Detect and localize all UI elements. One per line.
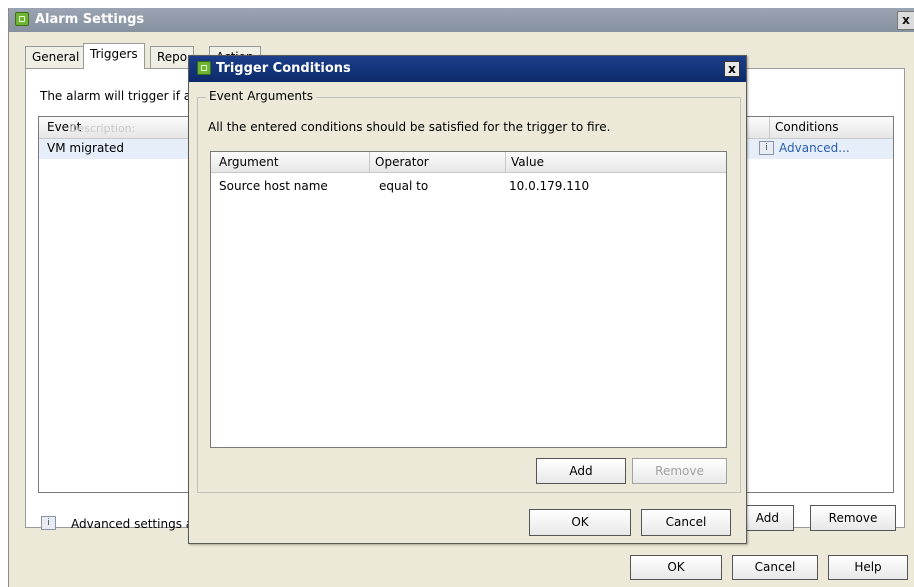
tab-general-label: General: [32, 50, 80, 64]
column-header-operator[interactable]: Operator: [375, 155, 429, 169]
main-cancel-button[interactable]: Cancel: [732, 555, 818, 580]
remove-trigger-button[interactable]: Remove: [810, 505, 896, 531]
dialog-title-bar[interactable]: Trigger Conditions x: [189, 56, 746, 82]
main-window-title: Alarm Settings: [35, 12, 145, 27]
trigger-conditions-dialog: Trigger Conditions x Event Arguments All…: [188, 55, 747, 544]
main-close-button[interactable]: x: [897, 11, 914, 30]
argument-cell: Source host name: [219, 179, 328, 193]
column-separator[interactable]: [505, 152, 506, 173]
add-condition-label: Add: [569, 464, 593, 478]
advanced-settings-label: Advanced settings a: [71, 517, 194, 531]
argument-table-header: Argument Operator Value: [211, 152, 726, 173]
column-header-value[interactable]: Value: [511, 155, 544, 169]
add-trigger-label: Add: [755, 511, 779, 525]
trigger-description: The alarm will trigger if a: [40, 89, 192, 103]
app-logo-icon: [197, 61, 211, 75]
dialog-ok-label: OK: [571, 515, 589, 529]
app-logo-icon: [15, 12, 29, 26]
value-cell[interactable]: 10.0.179.110: [509, 179, 589, 193]
close-icon: x: [902, 13, 910, 27]
main-title-bar[interactable]: Alarm Settings x: [9, 8, 914, 32]
column-header-argument[interactable]: Argument: [219, 155, 279, 169]
remove-trigger-label: Remove: [828, 511, 878, 525]
conditions-note: All the entered conditions should be sat…: [208, 120, 611, 134]
remove-condition-label: Remove: [655, 464, 704, 478]
column-separator[interactable]: [369, 152, 370, 173]
info-icon: i: [41, 516, 56, 530]
add-condition-button[interactable]: Add: [536, 458, 626, 484]
operator-cell[interactable]: equal to: [379, 179, 428, 193]
close-icon: x: [728, 62, 736, 76]
main-ok-button[interactable]: OK: [630, 555, 722, 580]
help-button[interactable]: Help: [828, 555, 908, 580]
tab-triggers-label: Triggers: [90, 47, 138, 61]
column-ghost-description: Description:: [69, 122, 136, 135]
dialog-title: Trigger Conditions: [216, 61, 351, 76]
tab-reporting-label: Repo: [157, 50, 188, 64]
dialog-cancel-button[interactable]: Cancel: [641, 509, 731, 536]
tab-triggers[interactable]: Triggers: [83, 43, 145, 69]
dialog-ok-button[interactable]: OK: [529, 509, 631, 536]
advanced-conditions-link[interactable]: Advanced...: [779, 141, 850, 155]
column-header-conditions[interactable]: Conditions: [775, 120, 839, 134]
tab-general[interactable]: General: [25, 46, 87, 68]
event-name-cell: VM migrated: [47, 141, 125, 155]
add-trigger-button[interactable]: Add: [744, 505, 794, 531]
remove-condition-button[interactable]: Remove: [632, 458, 727, 484]
info-icon: i: [759, 141, 774, 155]
column-separator[interactable]: [769, 117, 770, 139]
argument-table[interactable]: Argument Operator Value Source host name…: [210, 151, 727, 448]
main-cancel-label: Cancel: [754, 560, 796, 574]
event-arguments-legend: Event Arguments: [206, 89, 316, 103]
dialog-close-button[interactable]: x: [724, 61, 740, 77]
event-arguments-group: Event Arguments All the entered conditio…: [197, 89, 741, 493]
help-label: Help: [854, 560, 882, 574]
main-ok-label: OK: [667, 560, 685, 574]
dialog-cancel-label: Cancel: [665, 515, 707, 529]
